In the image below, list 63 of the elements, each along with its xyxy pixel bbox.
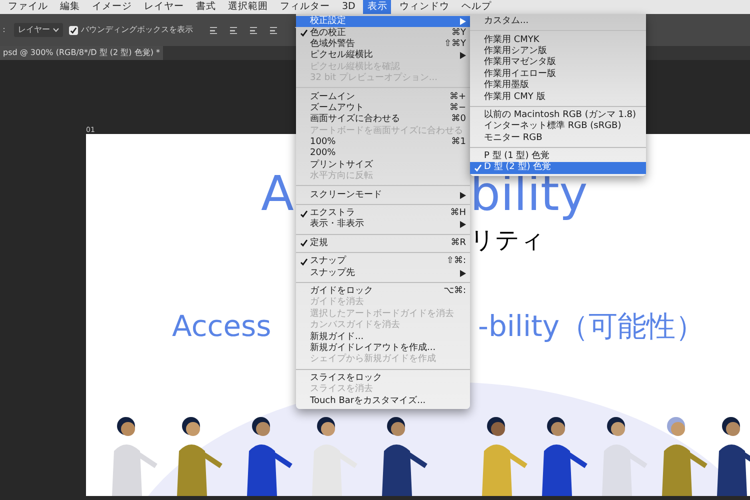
menu-item[interactable]: 校正設定 — [296, 16, 470, 28]
checkmark-icon — [300, 29, 308, 38]
menu-item[interactable]: 作業用 CMYK — [470, 34, 646, 46]
align-icon[interactable] — [269, 26, 278, 34]
menu-item[interactable]: ガイドをロック ⌥⌘: — [296, 286, 470, 298]
menu-bar-item[interactable]: イメージ — [88, 0, 136, 14]
menu-item[interactable]: 作業用イエロー版 — [470, 68, 646, 80]
menu-item[interactable]: 新規ガイドレイアウトを作成... — [296, 342, 470, 354]
checkmark-icon — [300, 210, 308, 218]
checkbox-label: バウンディングボックスを表示 — [81, 24, 193, 36]
menu-item[interactable]: 新規ガイド... — [296, 331, 470, 343]
align-icon[interactable] — [209, 26, 218, 34]
document-tab[interactable]: psd @ 300% (RGB/8*/D 型 (2 型) 色覚) * — [0, 46, 163, 60]
menu-item[interactable]: Touch Barをカスタマイズ... — [296, 395, 470, 407]
menu-item[interactable]: 画面サイズに合わせる ⌘0 — [296, 114, 470, 126]
menu-bar-item[interactable]: レイヤー — [140, 0, 188, 14]
heading-text: -bility（可能性） — [478, 312, 705, 341]
menu-item[interactable]: 表示・非表示 — [296, 219, 470, 231]
menu-item[interactable]: 色域外警告 ⇧⌘Y — [296, 38, 470, 50]
menu-bar-item[interactable]: ファイル — [4, 0, 52, 14]
align-icon[interactable] — [229, 26, 238, 34]
menu-item[interactable]: モニター RGB — [470, 132, 646, 144]
menu-item[interactable]: スナップ先 — [296, 267, 470, 279]
layer-select[interactable]: レイヤー — [14, 23, 63, 37]
menu-bar-item[interactable]: 表示 — [363, 0, 392, 14]
menu-item[interactable]: カスタム... — [470, 16, 646, 28]
menu-item[interactable]: ズームイン ⌘+ — [296, 91, 470, 103]
checkbox[interactable] — [69, 26, 78, 34]
menu-bar-item[interactable]: ヘルプ — [457, 0, 496, 14]
menu-item[interactable]: スライスをロック — [296, 372, 470, 384]
title-text: A — [261, 170, 294, 218]
menu-bar-item[interactable]: 選択範囲 — [224, 0, 272, 14]
menu-item[interactable]: インターネット標準 RGB (sRGB) — [470, 121, 646, 133]
align-icon[interactable] — [249, 26, 258, 34]
menu-bar-item[interactable]: 3D — [338, 0, 360, 14]
checkmark-icon — [300, 239, 308, 248]
menu-item[interactable]: P 型 (1 型) 色覚 — [470, 150, 646, 162]
menu-item[interactable]: 200% — [296, 148, 470, 160]
menu-item[interactable]: スクリーンモード — [296, 189, 470, 201]
menu-bar-item[interactable]: フィルター — [276, 0, 334, 14]
menu-item[interactable]: 以前の Macintosh RGB (ガンマ 1.8) — [470, 110, 646, 122]
option-label: ： — [0, 24, 8, 36]
checkmark-icon — [474, 164, 482, 172]
checkmark-icon — [300, 258, 308, 266]
menu-item[interactable]: 作業用シアン版 — [470, 46, 646, 58]
menu-item[interactable]: プリントサイズ — [296, 160, 470, 172]
menu-item[interactable]: 作業用 CMY 版 — [470, 91, 646, 103]
menu-item[interactable]: ピクセル縦横比 — [296, 50, 470, 62]
menu-item[interactable]: D 型 (2 型) 色覚 — [470, 162, 646, 174]
menu-item[interactable]: 100% ⌘1 — [296, 136, 470, 148]
menu-item[interactable]: 定規 ⌘R — [296, 238, 470, 250]
menu-item[interactable]: スナップ ⇧⌘: — [296, 256, 470, 268]
menu-item[interactable]: 色の校正 ⌘Y — [296, 27, 470, 39]
subtitle-text: リティ — [470, 228, 545, 252]
menu-bar-item[interactable]: 書式 — [192, 0, 220, 14]
menu-item[interactable]: ズームアウト ⌘− — [296, 102, 470, 114]
menu-item[interactable]: 作業用墨版 — [470, 80, 646, 92]
heading-text: Access — [172, 312, 272, 341]
menu-item[interactable]: 作業用マゼンタ版 — [470, 57, 646, 69]
menu-bar-item[interactable]: 編集 — [56, 0, 84, 14]
menu-bar-item[interactable]: ウィンドウ — [395, 0, 454, 14]
chevron-down-icon — [53, 28, 59, 32]
menu-item[interactable]: エクストラ ⌘H — [296, 208, 470, 220]
